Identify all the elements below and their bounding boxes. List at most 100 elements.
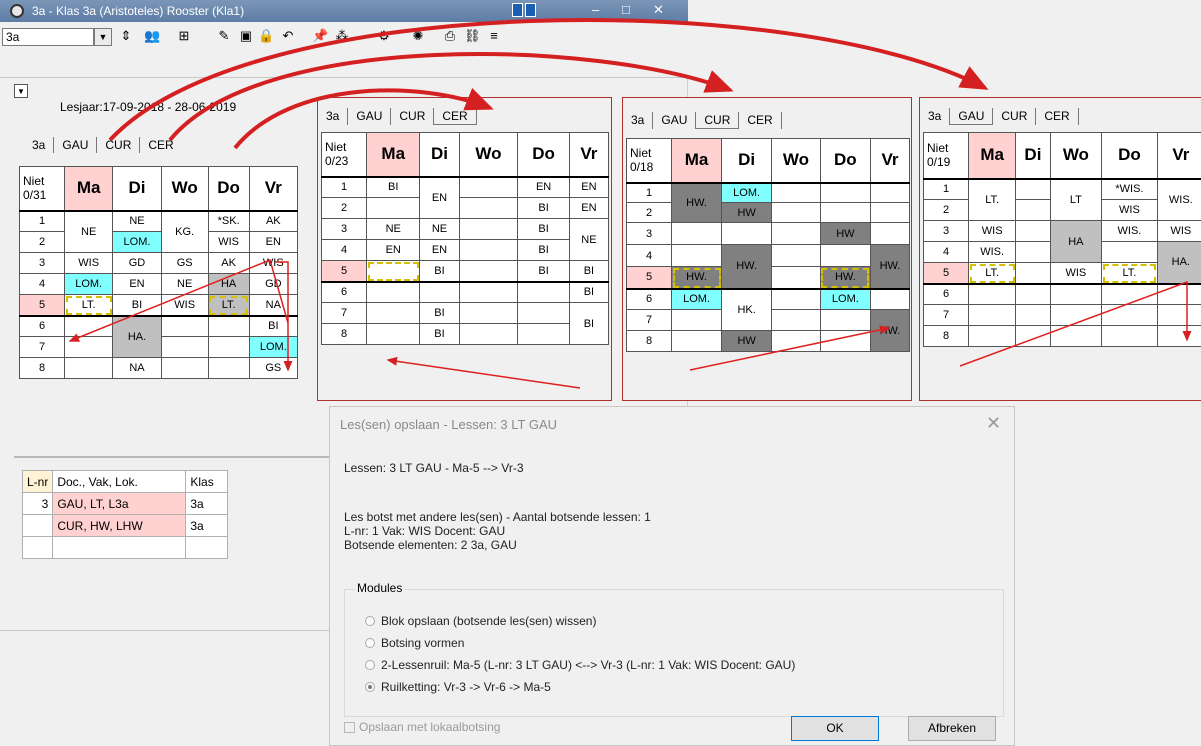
tab-cer[interactable]: CER xyxy=(1036,108,1079,125)
lesson-cell[interactable] xyxy=(207,336,250,358)
option-block-save[interactable]: Blok opslaan (botsende les(sen) wissen) xyxy=(365,614,596,628)
lesson-cell[interactable]: LT. xyxy=(967,262,1017,284)
lesson-cell[interactable]: BI xyxy=(248,315,299,337)
lesson-cell[interactable]: NE xyxy=(112,210,162,232)
lesson-cell[interactable] xyxy=(1101,283,1158,305)
lesson-cell[interactable] xyxy=(670,222,723,245)
cancel-button[interactable]: Afbreken xyxy=(908,716,996,741)
lesson-cell[interactable]: HK. xyxy=(721,288,773,331)
lesson-cell[interactable]: GD xyxy=(112,252,162,274)
day-header[interactable]: Wo xyxy=(160,166,209,211)
lesson-cell[interactable]: NA xyxy=(248,294,299,316)
grid-icon[interactable]: ⊞ xyxy=(176,28,192,44)
lesson-cell[interactable]: LOM. xyxy=(819,288,871,310)
day-header[interactable]: Ma xyxy=(967,132,1017,179)
nav-next-icon[interactable] xyxy=(525,3,536,17)
lesson-nr[interactable] xyxy=(21,514,54,537)
lesson-cell[interactable]: HW xyxy=(819,222,871,245)
lesson-cell[interactable]: WIS xyxy=(967,220,1017,242)
lesson-cell[interactable] xyxy=(1015,220,1051,242)
day-header[interactable]: Ma xyxy=(63,166,114,211)
lesson-cell[interactable] xyxy=(819,182,871,203)
lesson-cell[interactable] xyxy=(63,357,114,379)
lesson-cell[interactable]: LOM. xyxy=(112,231,162,253)
lesson-cell[interactable] xyxy=(517,281,570,303)
tab-3a[interactable]: 3a xyxy=(318,108,349,125)
lesson-cell[interactable] xyxy=(967,304,1017,326)
lesson-cell[interactable]: EN xyxy=(365,239,421,261)
lesson-cell[interactable] xyxy=(1015,283,1051,305)
lesson-cell[interactable] xyxy=(1101,325,1158,347)
lesson-cell[interactable]: BI xyxy=(517,260,570,282)
lesson-cell[interactable] xyxy=(670,244,723,267)
class-combo[interactable]: 3a xyxy=(2,28,94,46)
day-header[interactable]: Vr xyxy=(248,166,299,211)
day-header[interactable]: Do xyxy=(517,132,570,177)
lesson-cell[interactable]: EN xyxy=(419,176,460,219)
day-header[interactable]: Wo xyxy=(1049,132,1103,179)
lesson-cell[interactable]: EN xyxy=(568,176,610,198)
lesson-cell[interactable]: LT xyxy=(1049,178,1103,221)
lesson-cell[interactable]: HW. xyxy=(869,309,911,352)
lesson-cell[interactable] xyxy=(458,260,519,282)
tab-cur[interactable]: CUR xyxy=(97,137,141,153)
lesson-cell[interactable] xyxy=(771,182,821,203)
lesson-cell[interactable]: HW. xyxy=(869,244,911,289)
lesson-cell[interactable] xyxy=(458,281,519,303)
lesson-cell[interactable] xyxy=(1156,304,1201,326)
day-header[interactable]: Di xyxy=(1015,132,1051,179)
lesson-cell[interactable]: BI xyxy=(517,218,570,240)
ok-button[interactable]: OK xyxy=(791,716,879,741)
day-header[interactable]: Do xyxy=(819,138,871,183)
splitter[interactable] xyxy=(14,456,334,458)
lesson-cell[interactable] xyxy=(458,197,519,219)
lesson-klas[interactable]: 3a xyxy=(185,514,229,537)
lesson-cell[interactable] xyxy=(771,202,821,223)
lesson-cell[interactable] xyxy=(365,323,421,345)
close-icon[interactable]: ✕ xyxy=(986,413,1001,434)
tab-cur[interactable]: CUR xyxy=(993,108,1037,125)
tab-gau[interactable]: GAU xyxy=(54,137,98,153)
undo-icon[interactable]: ↶ xyxy=(280,28,296,44)
lesson-cell[interactable]: BI xyxy=(419,260,460,282)
lesson-cell[interactable] xyxy=(63,336,114,358)
lesson-cell[interactable] xyxy=(1049,304,1103,326)
print-icon[interactable]: ⎙ xyxy=(442,28,458,44)
lesson-cell[interactable]: KG. xyxy=(160,210,209,253)
lesson-cell[interactable] xyxy=(1156,283,1201,305)
lesson-cell[interactable]: BI xyxy=(112,294,162,316)
lesson-cell[interactable]: HA. xyxy=(112,315,162,358)
lesson-cell[interactable] xyxy=(1101,304,1158,326)
tab-cur[interactable]: CUR xyxy=(391,108,435,125)
lesson-cell[interactable]: WIS xyxy=(1049,262,1103,284)
lesson-cell[interactable]: HW xyxy=(721,202,773,223)
lesson-cell[interactable]: BI xyxy=(568,260,610,282)
lesson-cell[interactable] xyxy=(1156,325,1201,347)
option-swap[interactable]: 2-Lessenruil: Ma-5 (L-nr: 3 LT GAU) <-->… xyxy=(365,658,795,672)
lesson-cell[interactable]: HW. xyxy=(670,182,723,223)
tab-gau[interactable]: GAU xyxy=(653,112,697,129)
lesson-cell[interactable]: EN xyxy=(517,176,570,198)
radio-selected-icon[interactable] xyxy=(365,682,375,692)
lesson-cell[interactable] xyxy=(869,182,911,203)
lesson-cell[interactable]: WIS xyxy=(1156,220,1201,242)
lesson-cell[interactable]: *WIS. xyxy=(1101,178,1158,200)
lesson-cell[interactable] xyxy=(1101,241,1158,263)
lesson-cell[interactable] xyxy=(365,260,421,282)
maximize-icon[interactable]: □ xyxy=(622,2,630,17)
lesson-cell[interactable]: WIS xyxy=(63,252,114,274)
minimize-icon[interactable]: – xyxy=(592,2,599,17)
lesson-cell[interactable] xyxy=(458,302,519,324)
checkbox-icon[interactable] xyxy=(344,722,355,733)
lesson-cell[interactable]: BI xyxy=(517,197,570,219)
lesson-cell[interactable] xyxy=(458,176,519,198)
lesson-cell[interactable] xyxy=(967,325,1017,347)
lesson-cell[interactable]: *SK. xyxy=(207,210,250,232)
lesson-cell[interactable]: HA. xyxy=(1156,241,1201,284)
lesson-cell[interactable] xyxy=(1015,241,1051,263)
lesson-nr[interactable] xyxy=(21,536,54,559)
lesson-klas[interactable]: 3a xyxy=(185,492,229,515)
lesson-cell[interactable]: GS xyxy=(248,357,299,379)
lesson-cell[interactable]: HA xyxy=(1049,220,1103,263)
lesson-cell[interactable] xyxy=(670,309,723,331)
